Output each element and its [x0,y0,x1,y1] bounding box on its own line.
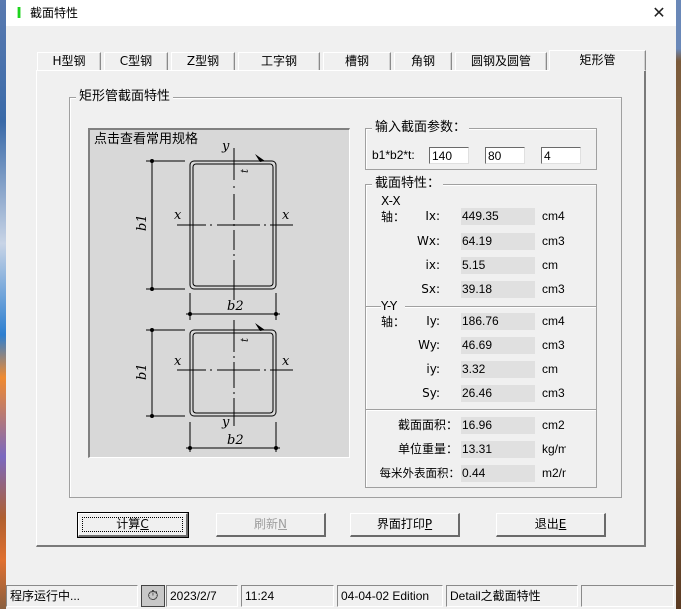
status-bar: 程序运行中... 2023/2/7 11:24 04-04-02 Edition… [6,583,676,609]
status-time: 11:24 [241,585,334,607]
input-params-title: 输入截面参数： [372,120,470,136]
tab-angle[interactable]: 角钢 [394,52,452,70]
sx-label: Sx: [421,282,440,296]
ry-value: 3.32 [461,361,535,378]
tab-h-steel[interactable]: H型钢 [37,52,101,70]
stopwatch-icon[interactable]: ⏱ [141,585,165,607]
exit-mnemonic: E [558,517,567,531]
status-text: 程序运行中... [6,585,138,607]
wx-unit: cm3 [542,234,565,248]
wx-label: Wx: [416,234,440,248]
ix-value: 449.35 [461,208,535,225]
area-unit: cm2 [542,418,565,432]
exit-label: 退出 [534,517,559,531]
status-edition: 04-04-02 Edition [337,585,443,607]
section-properties-title: 截面特性： [372,176,444,192]
exit-button[interactable]: 退出E [496,513,606,537]
surface-area-value: 0.44 [461,465,535,482]
ix-label: Ix: [425,209,440,223]
print-mnemonic: P [424,517,433,531]
title-bar: I 截面特性 ✕ [6,0,676,26]
iy-unit: cm4 [542,314,565,328]
area-label: 截面面积： [397,418,458,432]
label-b1-top: b1 [135,214,150,231]
status-date: 2023/2/7 [166,585,238,607]
wy-label: Wy: [418,338,440,352]
status-extra [581,585,674,607]
ry-label: iy: [426,362,440,376]
rx-value: 5.15 [461,257,535,274]
tab-channel[interactable]: 槽钢 [323,52,391,70]
iy-label: Iy: [426,314,440,328]
iy-value: 186.76 [461,313,535,330]
surface-area-label: 每米外表面积： [379,466,461,480]
tab-rectangular-tube[interactable]: 矩形管 [549,50,646,71]
window-title: 截面特性 [30,6,79,20]
b1-input[interactable] [429,147,469,164]
group-title: 矩形管截面特性 [76,89,174,105]
refresh-mnemonic: N [278,517,287,531]
area-value: 16.96 [461,417,535,434]
surface-area-unit: m2/m [542,466,566,480]
wy-unit: cm3 [542,338,565,352]
weight-value: 13.31 [461,441,535,458]
b2-input[interactable] [485,147,525,164]
ry-unit: cm [542,362,558,376]
section-drawing[interactable]: 点击查看常用规格 y x x b2 x x y b2 b1 b1 t t [88,128,350,458]
weight-unit: kg/m [542,442,566,456]
sx-value: 39.18 [461,281,535,298]
wx-value: 64.19 [461,233,535,250]
weight-label: 单位重量： [397,442,458,456]
ix-unit: cm4 [542,209,565,223]
general-divider [366,409,596,411]
desktop-background-right [676,0,681,609]
label-t-bottom: t [240,337,251,342]
close-icon[interactable]: ✕ [646,3,672,23]
refresh-label: 刷新 [254,517,279,531]
sy-value: 26.46 [461,385,535,402]
label-b2-bottom: b2 [227,433,244,448]
focus-rect [82,517,183,532]
rx-label: ix: [425,258,440,272]
print-label: 界面打印 [376,517,425,531]
t-input[interactable] [541,147,581,164]
wy-value: 46.69 [461,337,535,354]
label-y-bottom: y [221,415,230,430]
refresh-button[interactable]: 刷新N [216,513,326,537]
param-label: b1*b2*t: [372,148,415,162]
label-x-left-top: x [174,208,182,223]
calculate-button[interactable]: 计算C [77,512,189,538]
status-module: Detail之截面特性 [446,585,578,607]
label-x-left-bottom: x [174,354,182,369]
app-i-beam-icon: I [16,4,22,22]
print-button[interactable]: 界面打印P [350,513,460,537]
rx-unit: cm [542,258,558,272]
sy-unit: cm3 [542,386,565,400]
label-b1-bottom: b1 [135,363,150,380]
sx-unit: cm3 [542,282,565,296]
tab-round[interactable]: 圆钢及圆管 [455,52,547,70]
label-b2-top: b2 [227,299,244,314]
label-x-right-top: x [282,208,290,223]
label-t-top: t [240,168,251,173]
tube-outer-bottom [189,329,277,417]
tab-z-steel[interactable]: Z型钢 [171,52,235,70]
tab-c-steel[interactable]: C型钢 [104,52,168,70]
label-x-right-bottom: x [282,354,290,369]
tab-i-beam[interactable]: 工字钢 [238,52,320,70]
tube-inner-bottom [192,332,274,414]
sy-label: Sy: [422,386,440,400]
section-diagram: y x x b2 x x y b2 b1 b1 t t [135,139,293,452]
label-y-top: y [221,139,230,154]
